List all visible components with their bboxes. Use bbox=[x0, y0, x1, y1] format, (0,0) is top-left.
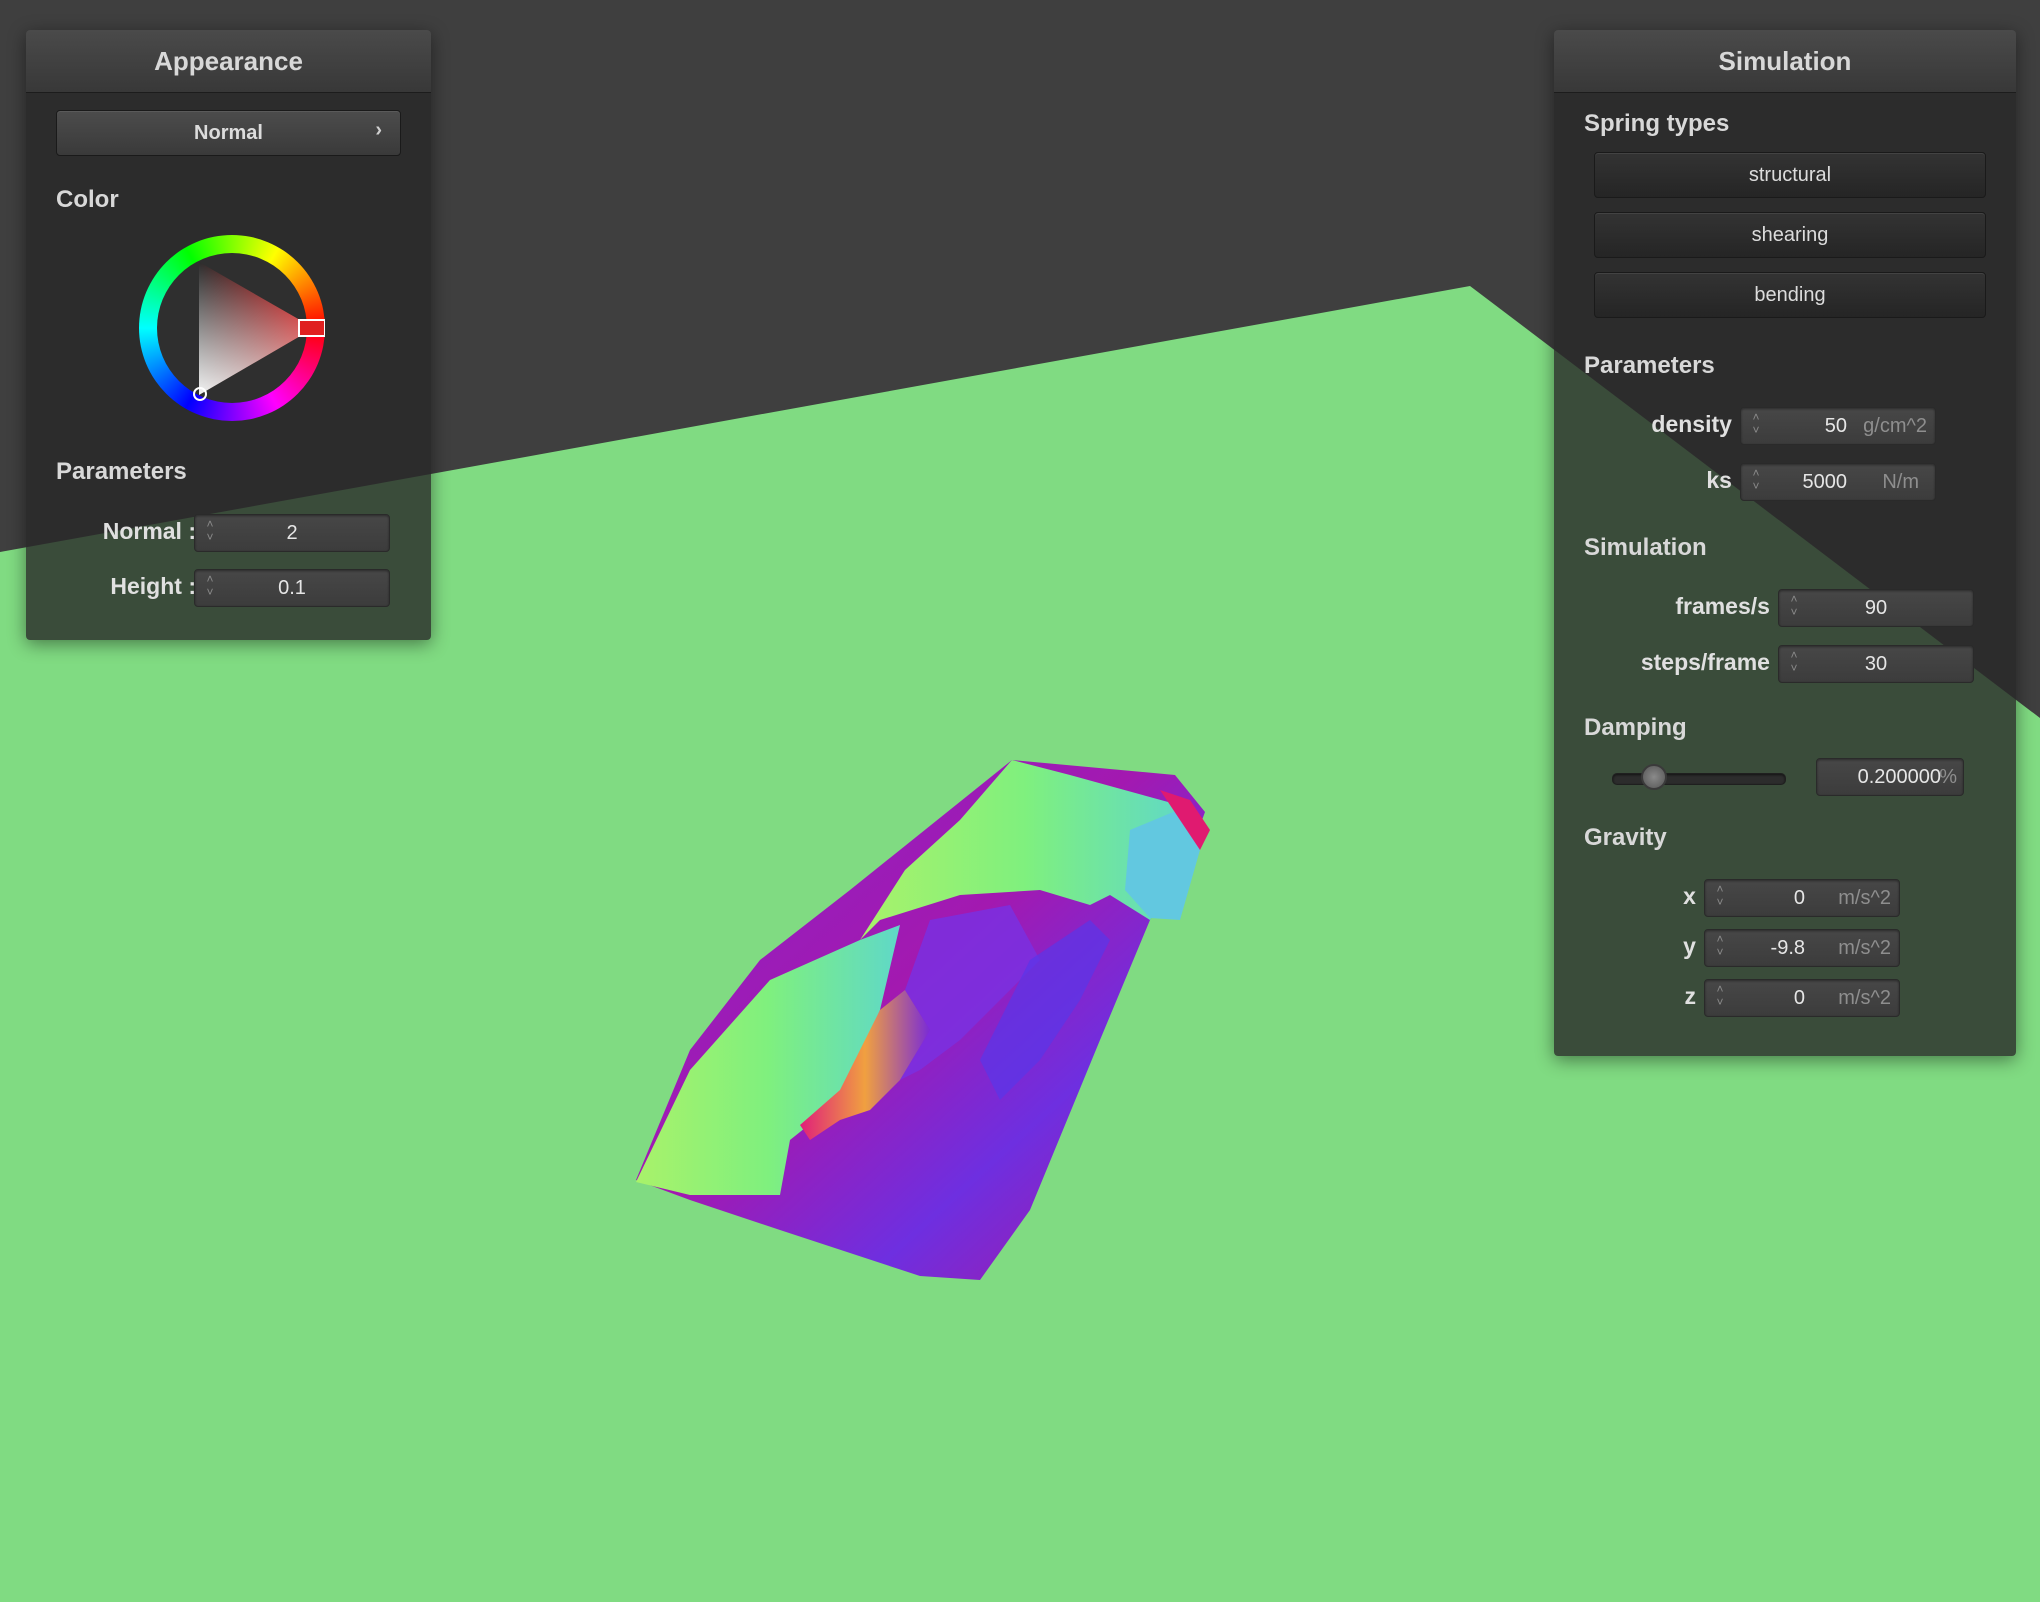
height-value: 0.1 bbox=[278, 577, 306, 599]
spinner-arrows-icon[interactable]: ˄ ˅ bbox=[1749, 411, 1763, 437]
damping-value: 0.200000 bbox=[1857, 766, 1941, 788]
gravity-y-unit: m/s^2 bbox=[1838, 937, 1891, 959]
spring-types-label: Spring types bbox=[1584, 110, 1730, 137]
color-wheel[interactable] bbox=[139, 235, 325, 421]
gravity-label: Gravity bbox=[1584, 824, 1667, 851]
height-label: Height : bbox=[110, 573, 196, 599]
density-value: 50 bbox=[1824, 415, 1847, 437]
chevron-right-icon: › bbox=[375, 119, 382, 141]
gravity-x-label: x : bbox=[1683, 883, 1710, 909]
gravity-x-field[interactable]: ˄ ˅ 0 m/s^2 bbox=[1704, 879, 1900, 917]
shader-popup-button[interactable]: Normal › bbox=[56, 110, 401, 156]
density-unit: g/cm^2 bbox=[1863, 415, 1927, 437]
structural-button[interactable]: structural bbox=[1594, 152, 1986, 198]
gravity-z-value: 0 bbox=[1793, 987, 1805, 1009]
gravity-z-label: z : bbox=[1684, 983, 1710, 1009]
color-triangle[interactable] bbox=[139, 235, 325, 421]
gravity-y-value: -9.8 bbox=[1770, 937, 1805, 959]
steps-per-frame-field[interactable]: ˄ ˅ 30 bbox=[1778, 645, 1974, 683]
steps-per-frame-label: steps/frame : bbox=[1640, 649, 1784, 675]
ks-value: 5000 bbox=[1802, 471, 1848, 493]
ks-field[interactable]: ˄ ˅ 5000 N/m bbox=[1740, 463, 1936, 501]
normal-value: 2 bbox=[286, 522, 298, 544]
color-section-label: Color bbox=[56, 186, 119, 213]
ks-label: ks : bbox=[1706, 467, 1746, 493]
damping-slider-track bbox=[1612, 773, 1786, 785]
shader-popup-label: Normal bbox=[194, 121, 263, 144]
normal-label: Normal : bbox=[102, 518, 196, 544]
simulation-section-label: Simulation bbox=[1584, 534, 1707, 561]
bending-button[interactable]: bending bbox=[1594, 272, 1986, 318]
gravity-z-field[interactable]: ˄ ˅ 0 m/s^2 bbox=[1704, 979, 1900, 1017]
damping-slider[interactable] bbox=[1612, 764, 1786, 794]
damping-label: Damping bbox=[1584, 714, 1687, 741]
gravity-x-value: 0 bbox=[1793, 887, 1805, 909]
simulation-parameters-label: Parameters bbox=[1584, 352, 1715, 379]
ks-unit: N/m bbox=[1882, 471, 1919, 493]
gravity-y-label: y : bbox=[1683, 933, 1710, 959]
appearance-parameters-label: Parameters bbox=[56, 458, 187, 485]
appearance-panel-title: Appearance bbox=[26, 30, 431, 93]
density-label: density : bbox=[1651, 411, 1746, 437]
normal-field[interactable]: ˄ ˅ 2 bbox=[194, 514, 390, 552]
gravity-y-field[interactable]: ˄ ˅ -9.8 m/s^2 bbox=[1704, 929, 1900, 967]
gravity-z-unit: m/s^2 bbox=[1838, 987, 1891, 1009]
steps-per-frame-value: 30 bbox=[1864, 653, 1888, 675]
spinner-arrows-icon[interactable]: ˄ ˅ bbox=[1713, 933, 1727, 959]
damping-field[interactable]: 0.200000 % bbox=[1816, 758, 1964, 796]
height-field[interactable]: ˄ ˅ 0.1 bbox=[194, 569, 390, 607]
shearing-button[interactable]: shearing bbox=[1594, 212, 1986, 258]
spinner-arrows-icon[interactable]: ˄ ˅ bbox=[1713, 883, 1727, 909]
density-field[interactable]: ˄ ˅ 50 g/cm^2 bbox=[1740, 407, 1936, 445]
hue-marker bbox=[298, 319, 325, 337]
damping-slider-knob[interactable] bbox=[1641, 764, 1668, 790]
frames-per-second-field[interactable]: ˄ ˅ 90 bbox=[1778, 589, 1974, 627]
appearance-panel: Appearance Normal › Color Parameters Nor… bbox=[26, 30, 431, 640]
simulation-panel-title: Simulation bbox=[1554, 30, 2016, 93]
gravity-x-unit: m/s^2 bbox=[1838, 887, 1891, 909]
frames-per-second-label: frames/s : bbox=[1675, 593, 1784, 619]
spinner-arrows-icon[interactable]: ˄ ˅ bbox=[1713, 983, 1727, 1009]
simulation-panel: Simulation Spring types structural shear… bbox=[1554, 30, 2016, 1056]
spinner-arrows-icon[interactable]: ˄ ˅ bbox=[1749, 467, 1763, 493]
frames-per-second-value: 90 bbox=[1864, 597, 1888, 619]
damping-unit: % bbox=[1939, 766, 1957, 788]
